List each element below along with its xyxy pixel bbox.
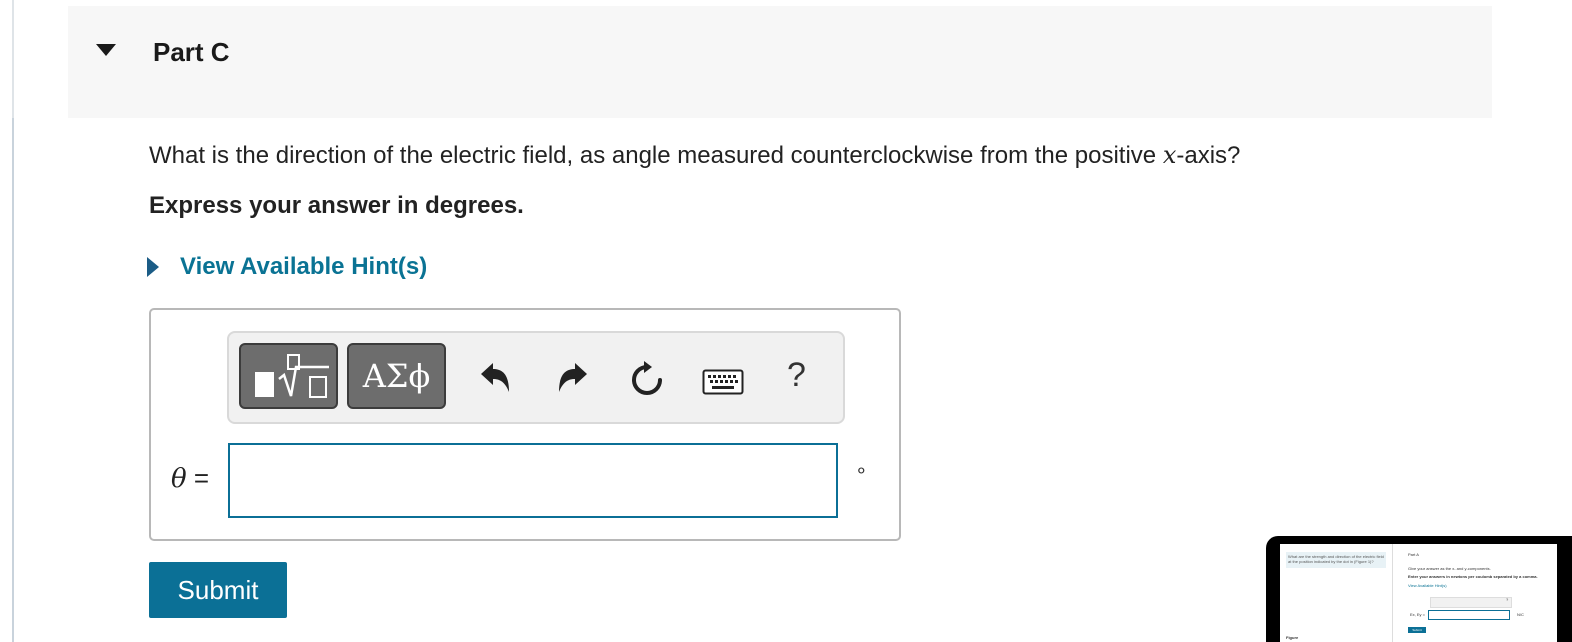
symbols-button[interactable]: ΑΣϕ — [347, 343, 446, 409]
view-hints-link[interactable]: View Available Hint(s) — [147, 253, 427, 281]
submit-button[interactable]: Submit — [149, 562, 287, 618]
left-rule-top — [12, 0, 14, 118]
preview-submit: Submit — [1408, 627, 1426, 633]
undo-icon[interactable] — [478, 360, 514, 396]
answer-variable: θ — [171, 464, 187, 494]
help-button[interactable]: ? — [787, 356, 806, 395]
question-text-before: What is the direction of the electric fi… — [149, 142, 1163, 169]
question-text-after: -axis? — [1176, 142, 1241, 169]
view-hints-label: View Available Hint(s) — [180, 253, 428, 280]
preview-hint-text: View Available Hint(s) — [1408, 583, 1447, 588]
redo-icon[interactable] — [554, 360, 590, 396]
preview-enter-text: Enter your answers in newtons per coulom… — [1408, 574, 1538, 579]
answer-equals: = — [193, 463, 210, 493]
keyboard-icon[interactable] — [702, 369, 744, 395]
caret-down-icon[interactable] — [96, 44, 116, 56]
preview-divider — [1392, 544, 1393, 642]
preview-unit: N/C — [1517, 612, 1524, 617]
templates-button[interactable] — [239, 343, 338, 409]
templates-icon — [255, 354, 329, 398]
preview-figure-label: Figure — [1286, 635, 1299, 640]
preview-part-label: Part A — [1408, 552, 1419, 557]
preview-input — [1428, 610, 1510, 620]
degree-unit: ∘ — [855, 460, 868, 482]
preview-prompt: What are the strength and direction of t… — [1286, 552, 1386, 568]
preview-help: ? — [1506, 597, 1509, 602]
answer-variable-label: θ = — [171, 463, 209, 494]
answer-input[interactable] — [228, 443, 838, 518]
preview-give-text: Give your answer as the x- and y-compone… — [1408, 566, 1491, 571]
question-variable: x — [1162, 141, 1177, 169]
question-text: What is the direction of the electric fi… — [149, 141, 1240, 170]
reset-icon[interactable] — [629, 360, 665, 398]
part-title: Part C — [153, 37, 230, 67]
preview-screen: What are the strength and direction of t… — [1280, 544, 1557, 642]
preview-toolbar — [1430, 597, 1512, 608]
symbols-label: ΑΣϕ — [362, 357, 431, 395]
preview-input-label: Ex, Ey = — [1410, 612, 1426, 617]
answer-instruction: Express your answer in degrees. — [149, 192, 524, 219]
caret-right-icon — [147, 257, 159, 277]
part-header[interactable] — [68, 6, 1492, 118]
